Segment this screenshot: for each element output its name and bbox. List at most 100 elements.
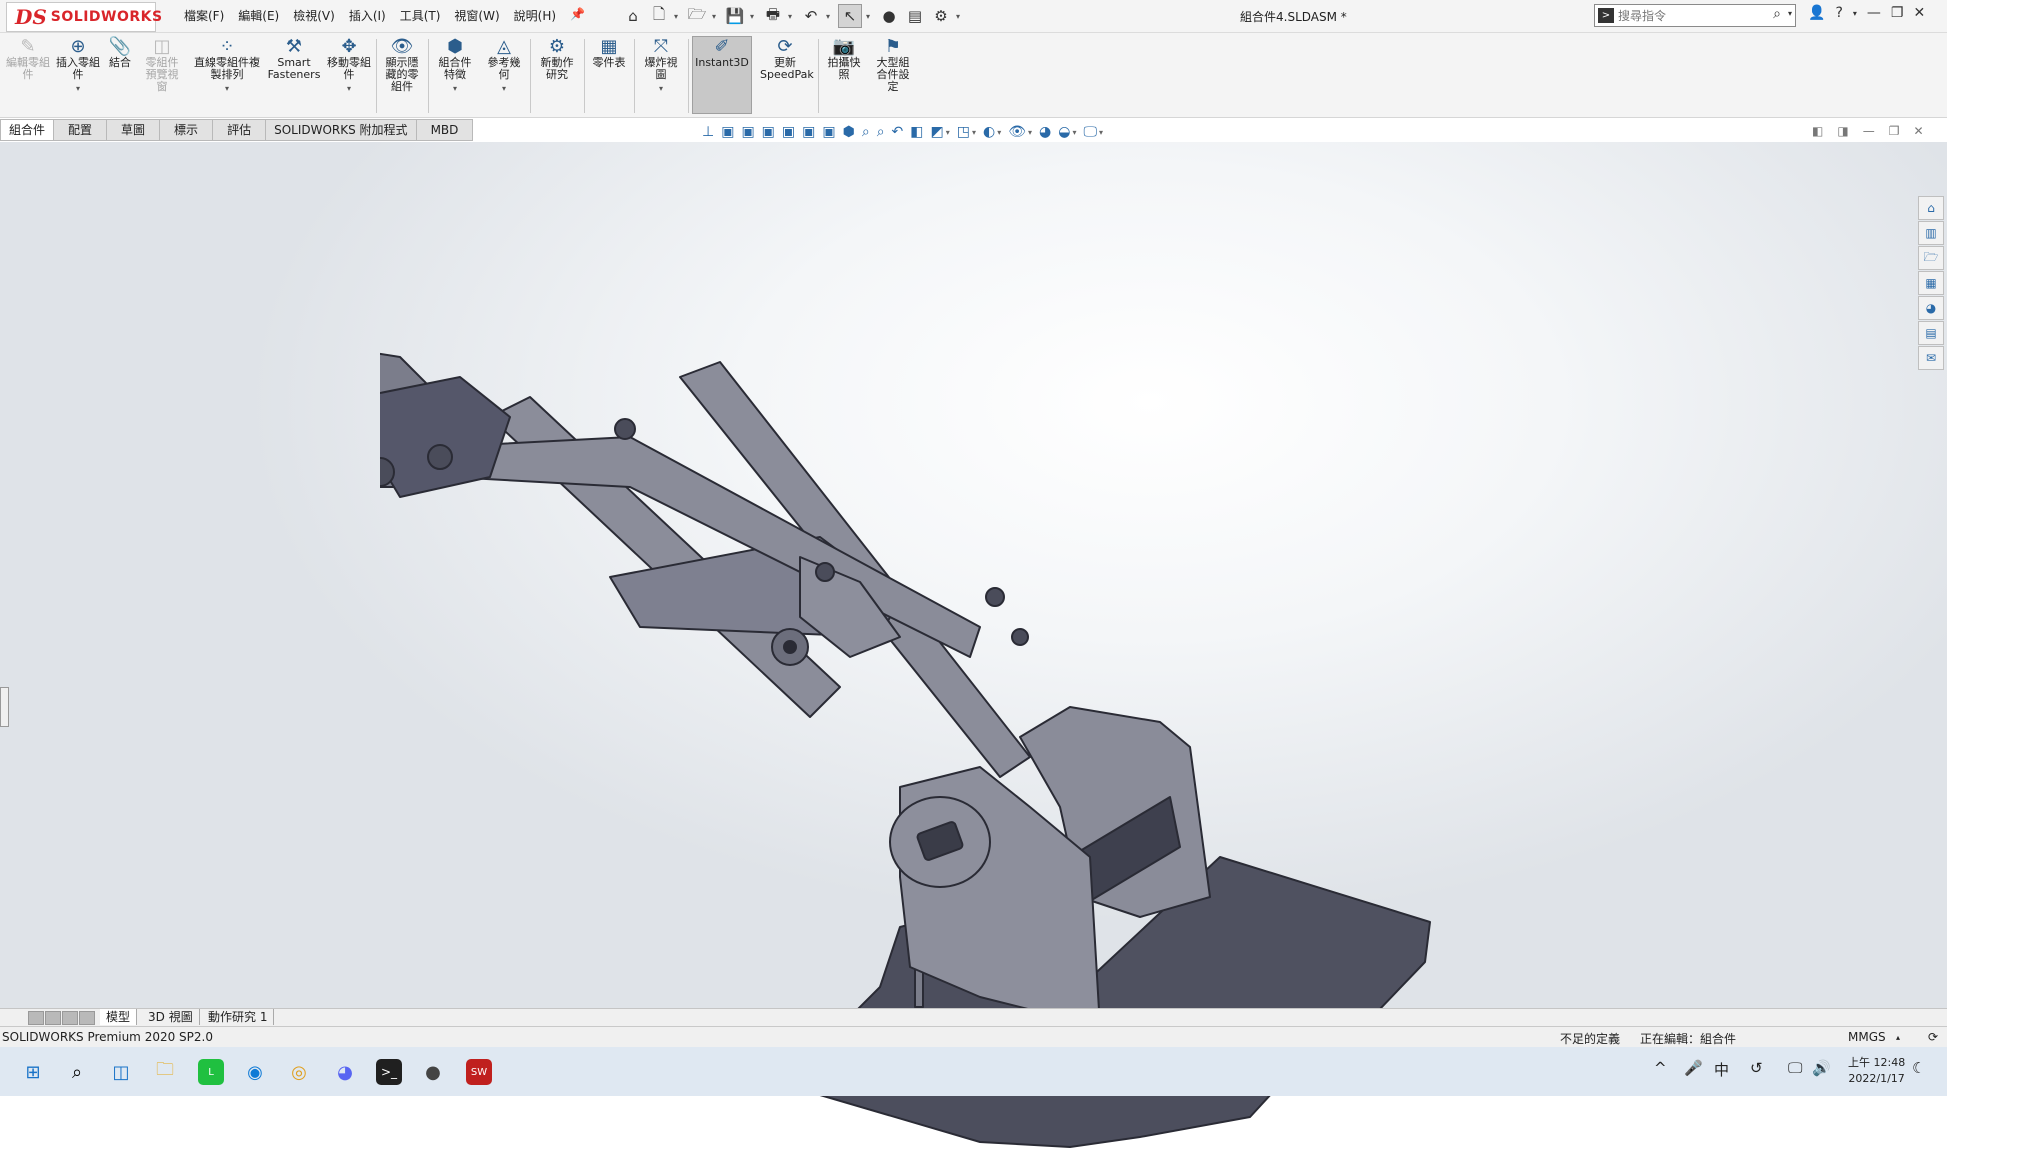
tile-left-icon[interactable]: ◧ [1812,124,1823,138]
graphics-area[interactable]: Z X Y [0,142,1947,1148]
tab-model[interactable]: 模型 [100,1009,138,1025]
update-speedpak-button[interactable]: ⟳ 更新SpeedPak [756,37,814,81]
help-icon[interactable]: ? [1835,5,1842,21]
tab-addins[interactable]: SOLIDWORKS 附加程式 [266,119,417,141]
volume-icon[interactable]: 🔊 [1812,1059,1831,1077]
take-snapshot-button[interactable]: 📷 拍攝快照 [822,37,866,81]
tab-assembly[interactable]: 組合件 [0,119,55,141]
tab-layout[interactable]: 配置 [54,119,108,141]
app-sphere-icon[interactable]: ● [420,1059,446,1085]
chevron-down-icon[interactable]: ▾ [956,12,964,21]
display-style-icon[interactable]: ◐ [983,124,995,140]
open-folder-icon[interactable]: 🗁 [686,5,708,27]
chevron-down-icon[interactable]: ▾ [674,12,682,21]
edit-appearance-icon[interactable]: ◕ [1039,124,1051,140]
rebuild-tooltip-icon[interactable]: ⟳ [1928,1030,1938,1044]
chrome-browser-icon[interactable]: ◎ [286,1059,312,1085]
assembly-features-button[interactable]: ⬢ 組合件特徵 ▾ [432,37,478,95]
discord-icon[interactable]: ◕ [332,1059,358,1085]
tab-mbd[interactable]: MBD [416,119,474,141]
edit-component-button[interactable]: ✎ 編輯零組件 [6,37,50,81]
show-hidden-components-button[interactable]: 👁 顯示隱藏的零組件 [380,37,424,93]
menu-view[interactable]: 檢視(V) [293,7,335,24]
menu-insert[interactable]: 插入(I) [349,7,386,24]
section-view-icon[interactable]: ◧ [910,124,923,140]
linear-pattern-button[interactable]: ⁘ 直線零組件複製排列 ▾ [190,37,264,95]
chevron-down-icon[interactable]: ▾ [347,83,351,95]
view-orientation-icon[interactable]: ⊥ [702,124,714,140]
tab-evaluate[interactable]: 評估 [213,119,267,141]
chevron-down-icon[interactable]: ▾ [225,83,229,95]
file-properties-icon[interactable]: ▤ [904,5,926,27]
task-view-icon[interactable]: ◫ [108,1059,134,1085]
chevron-down-icon[interactable]: ▾ [712,12,720,21]
zoom-area-icon[interactable]: ⌕ [877,124,885,140]
top-view-icon[interactable]: ▣ [802,124,815,140]
right-view-icon[interactable]: ▣ [782,124,795,140]
select-pointer-icon[interactable]: ↖ [838,4,862,28]
chevron-down-icon[interactable]: ▾ [659,83,663,95]
design-library-icon[interactable]: ▥ [1918,221,1944,245]
chevron-down-icon[interactable]: ▾ [997,128,1001,137]
close-icon[interactable]: ✕ [1913,124,1923,138]
chevron-down-icon[interactable]: ▾ [946,128,950,137]
edge-browser-icon[interactable]: ◉ [242,1059,268,1085]
last-tab-icon[interactable] [79,1011,95,1025]
component-preview-button[interactable]: ◫ 零組件預覽視窗 [140,37,184,93]
instant3d-button[interactable]: ✐ Instant3D [692,36,752,114]
custom-properties-icon[interactable]: ▤ [1918,321,1944,345]
ime-mode-icon[interactable]: ↺ [1750,1059,1763,1077]
chevron-down-icon[interactable]: ▾ [826,12,834,21]
chevron-down-icon[interactable]: ▾ [76,83,80,95]
feature-manager-expand-handle[interactable] [0,687,9,727]
menu-help[interactable]: 說明(H) [514,7,556,24]
terminal-icon[interactable]: >_ [376,1059,402,1085]
search-icon[interactable]: ⌕ [64,1059,90,1085]
menu-edit[interactable]: 編輯(E) [238,7,279,24]
tab-motion-study[interactable]: 動作研究 1 [202,1009,275,1025]
back-view-icon[interactable]: ▣ [741,124,754,140]
minimize-icon[interactable]: — [1867,5,1881,21]
first-tab-icon[interactable] [28,1011,44,1025]
close-icon[interactable]: ✕ [1913,5,1925,21]
tab-3d-views[interactable]: 3D 視圖 [142,1009,200,1025]
chevron-down-icon[interactable]: ▾ [972,128,976,137]
tab-scroll-buttons[interactable] [28,1011,95,1025]
file-explorer-icon[interactable]: 🗀 [152,1059,178,1085]
view-settings-icon[interactable]: 🖵 [1083,124,1097,140]
isometric-view-icon[interactable]: ⬢ [843,124,855,140]
smart-fasteners-button[interactable]: ⚒ Smart Fasteners [266,37,322,81]
unit-system[interactable]: MMGS [1848,1030,1886,1044]
show-hidden-icons-chevron-icon[interactable]: ^ [1654,1059,1667,1077]
chevron-down-icon[interactable]: ▾ [502,83,506,95]
apply-scene-icon[interactable]: ◒ [1058,124,1070,140]
menu-file[interactable]: 檔案(F) [184,7,224,24]
new-motion-study-button[interactable]: ⚙ 新動作研究 [534,37,580,81]
chevron-down-icon[interactable]: ▾ [1099,128,1103,137]
undo-icon[interactable]: ↶ [800,5,822,27]
zoom-to-fit-icon[interactable]: ⌕ [862,124,870,140]
save-icon[interactable]: 💾 [724,5,746,27]
ime-indicator[interactable]: 中 [1714,1059,1729,1080]
menu-tools[interactable]: 工具(T) [400,7,441,24]
chevron-up-icon[interactable]: ▴ [1896,1033,1900,1042]
restore-icon[interactable]: ❐ [1891,5,1904,21]
notifications-icon[interactable]: ☾ [1912,1059,1925,1077]
menu-window[interactable]: 視窗(W) [454,7,499,24]
move-component-button[interactable]: ✥ 移動零組件 ▾ [326,37,372,95]
chevron-down-icon[interactable]: ▾ [788,12,796,21]
chevron-down-icon[interactable]: ▾ [750,12,758,21]
chevron-down-icon[interactable]: ▾ [453,83,457,95]
next-tab-icon[interactable] [62,1011,78,1025]
print-icon[interactable]: 🖶 [762,5,784,27]
line-app-icon[interactable]: L [198,1059,224,1085]
tab-sketch[interactable]: 草圖 [107,119,161,141]
chevron-down-icon[interactable]: ▾ [1072,128,1076,137]
tab-markup[interactable]: 標示 [160,119,214,141]
traffic-light-icon[interactable]: ● [878,5,900,27]
microphone-icon[interactable]: 🎤 [1684,1059,1703,1077]
home-icon[interactable]: ⌂ [622,5,644,27]
hide-show-items-icon[interactable]: 👁 [1008,124,1026,140]
network-icon[interactable]: 🖵 [1788,1059,1802,1077]
insert-component-button[interactable]: ⊕ 插入零組件 ▾ [54,37,102,95]
